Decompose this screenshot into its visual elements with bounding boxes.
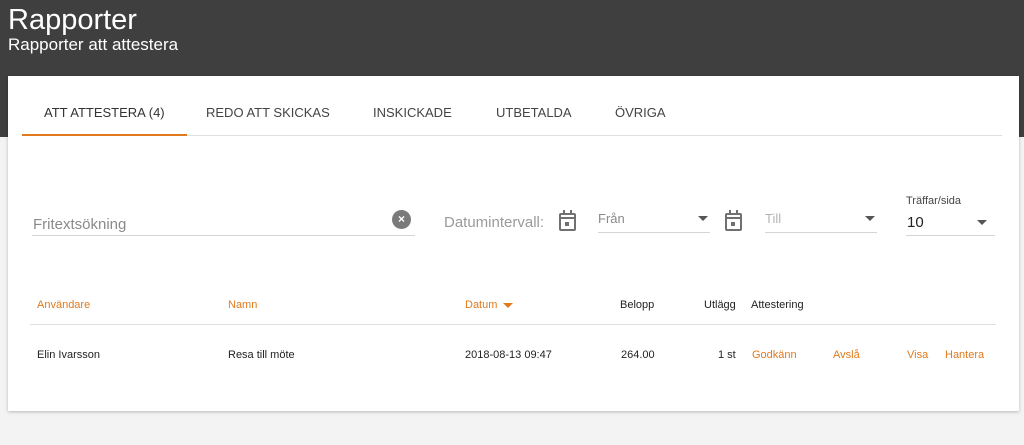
- table-row: Elin Ivarsson Resa till möte 2018-08-13 …: [30, 325, 996, 385]
- header-date-label: Datum: [465, 299, 498, 311]
- tab-ovriga[interactable]: ÖVRIGA: [593, 76, 688, 136]
- tab-redo-att-skickas[interactable]: REDO ATT SKICKAS: [184, 76, 352, 136]
- manage-link[interactable]: Hantera: [945, 349, 984, 361]
- header-outlay: Utlägg: [704, 299, 736, 311]
- header-date[interactable]: Datum: [465, 299, 514, 311]
- calendar-from-icon[interactable]: [559, 210, 576, 231]
- hits-per-page-select[interactable]: 10: [906, 207, 995, 236]
- page-title: Rapporter: [8, 4, 137, 36]
- hits-per-page-value: 10: [907, 214, 924, 231]
- cell-user: Elin Ivarsson: [37, 349, 100, 361]
- page-subtitle: Rapporter att attestera: [8, 35, 179, 54]
- tab-inskickade[interactable]: INSKICKADE: [351, 76, 474, 136]
- header-attest: Attestering: [751, 299, 804, 311]
- search-placeholder: Fritextsökning: [33, 216, 127, 233]
- chevron-down-icon: [698, 216, 708, 221]
- sort-desc-icon: [503, 302, 514, 308]
- tab-utbetalda[interactable]: UTBETALDA: [474, 76, 594, 136]
- date-from-placeholder: Från: [598, 211, 625, 226]
- search-input[interactable]: Fritextsökning ×: [32, 206, 415, 236]
- cell-amount: 264.00: [621, 349, 655, 361]
- header-user[interactable]: Användare: [37, 299, 90, 311]
- close-circle-icon[interactable]: ×: [392, 210, 411, 229]
- cell-date: 2018-08-13 09:47: [465, 349, 552, 361]
- reject-link[interactable]: Avslå: [833, 349, 860, 361]
- hits-per-page-label: Träffar/sida: [906, 195, 962, 207]
- view-link[interactable]: Visa: [907, 349, 928, 361]
- table-header: Användare Namn Datum Belopp Utlägg Attes…: [30, 286, 996, 325]
- header-amount: Belopp: [620, 299, 655, 311]
- tab-bar: ATT ATTESTERA (4) REDO ATT SKICKAS INSKI…: [22, 76, 1002, 136]
- calendar-to-icon[interactable]: [725, 210, 742, 231]
- tab-att-attestera[interactable]: ATT ATTESTERA (4): [22, 76, 187, 136]
- date-to-placeholder: Till: [765, 211, 782, 226]
- approve-link[interactable]: Godkänn: [752, 349, 797, 361]
- date-interval-label: Datumintervall:: [444, 214, 545, 231]
- reports-card: ATT ATTESTERA (4) REDO ATT SKICKAS INSKI…: [8, 76, 1019, 411]
- header-name[interactable]: Namn: [228, 299, 257, 311]
- cell-outlay: 1 st: [718, 349, 736, 361]
- date-from-select[interactable]: Från: [598, 203, 710, 233]
- chevron-down-icon: [977, 220, 987, 225]
- reports-table: Användare Namn Datum Belopp Utlägg Attes…: [30, 286, 996, 385]
- date-to-select[interactable]: Till: [765, 203, 877, 233]
- chevron-down-icon: [865, 216, 875, 221]
- cell-name: Resa till möte: [228, 349, 295, 361]
